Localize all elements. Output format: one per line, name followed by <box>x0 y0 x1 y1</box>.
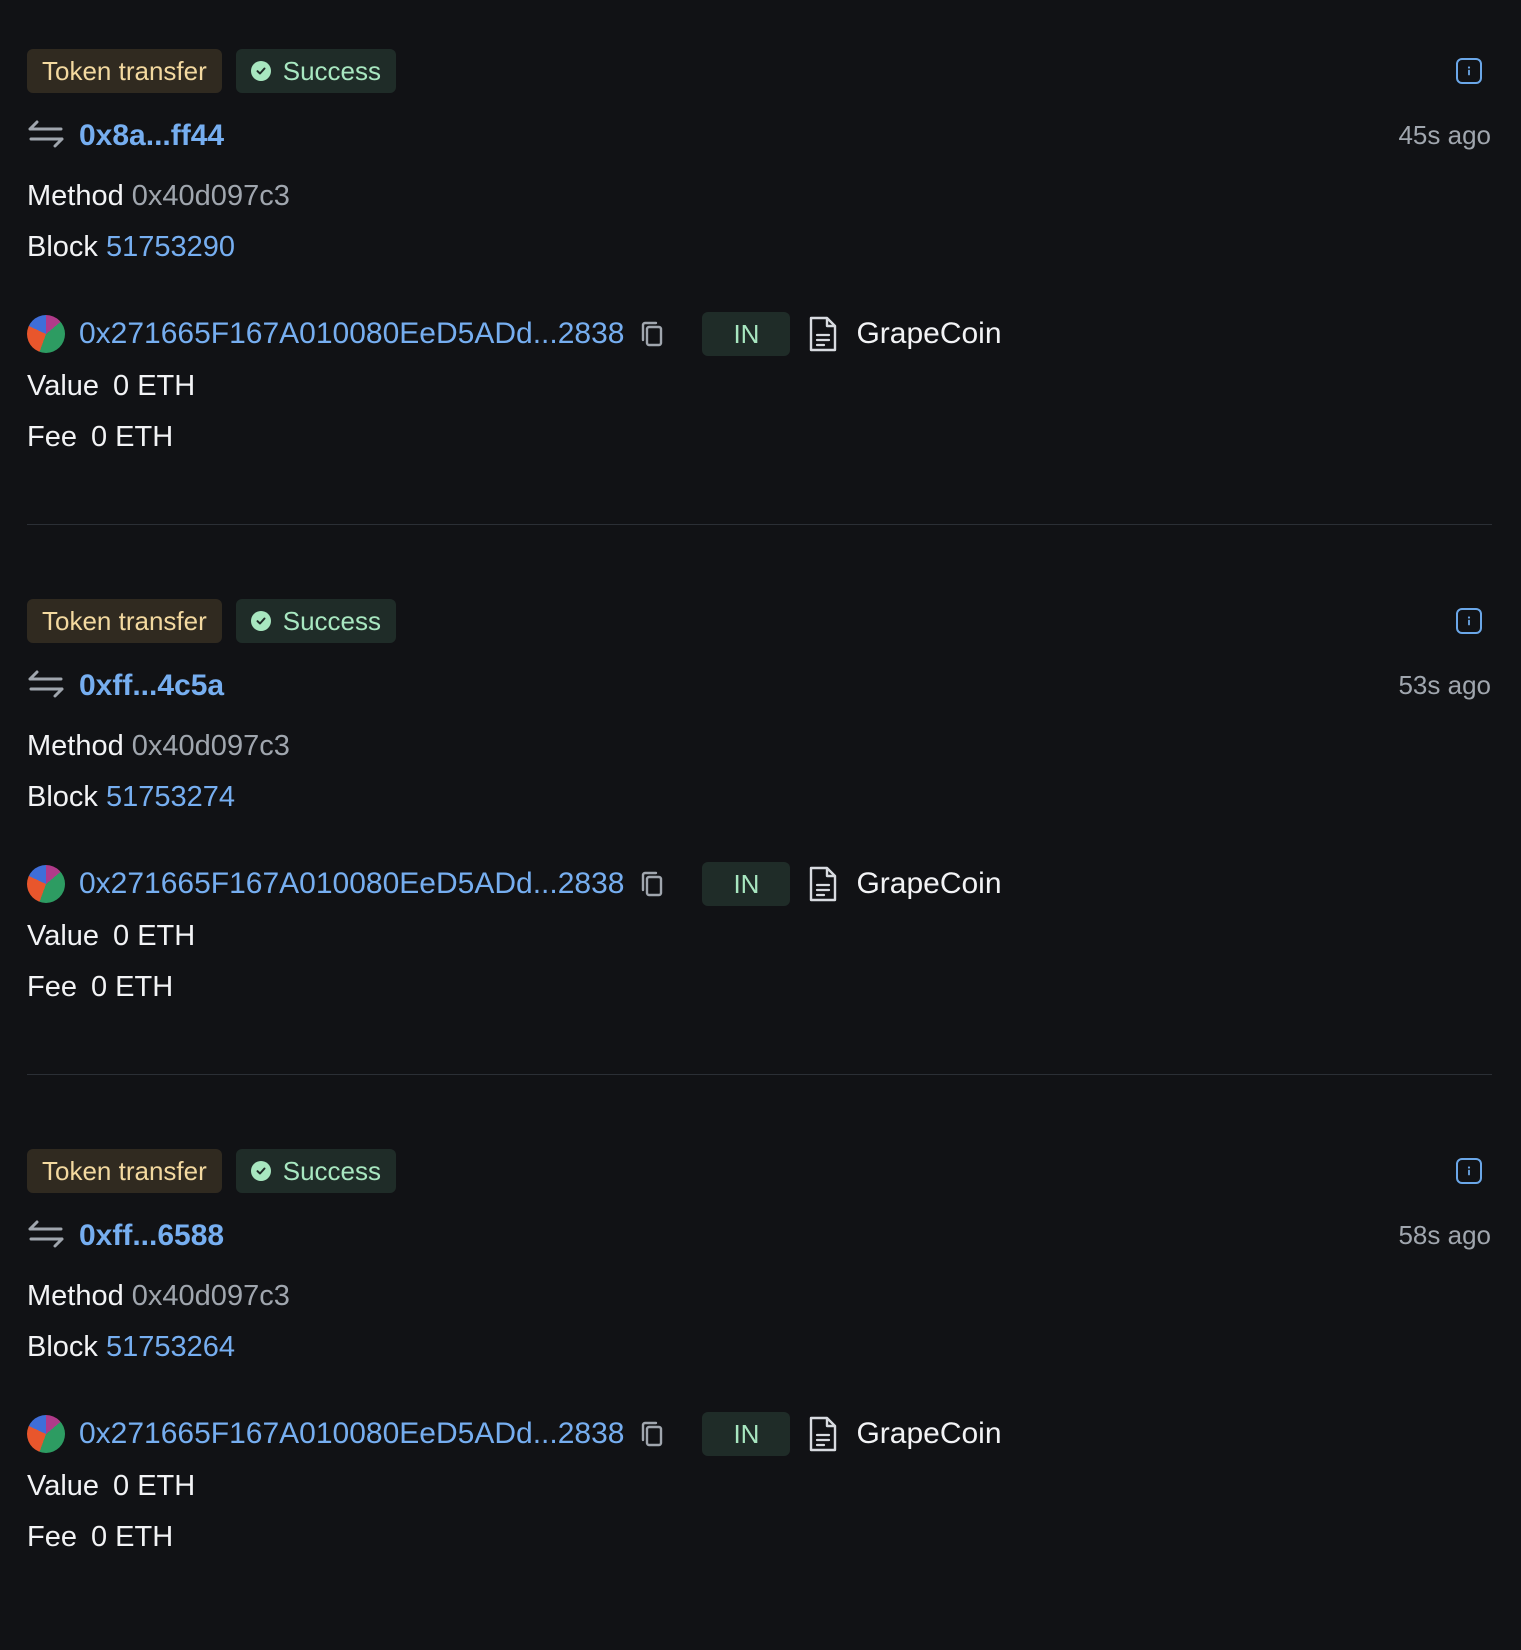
document-icon <box>808 865 838 903</box>
token-link[interactable]: GrapeCoin <box>856 867 1001 901</box>
fee-amount: 0 ETH <box>90 1521 174 1553</box>
method-label: Method <box>27 730 124 762</box>
tx-type-tag: Token transfer <box>27 599 222 643</box>
method-row: Method 0x40d097c3 <box>27 180 290 213</box>
tx-age: 45s ago <box>1398 120 1491 150</box>
check-circle-icon <box>250 1161 271 1181</box>
value-label: Value <box>27 370 100 402</box>
fee-amount: 0 ETH <box>90 421 174 453</box>
token-link[interactable]: GrapeCoin <box>856 1417 1001 1451</box>
method-value: 0x40d097c3 <box>131 730 290 762</box>
divider <box>27 1074 1492 1075</box>
token-link[interactable]: GrapeCoin <box>856 317 1001 351</box>
tag-group: Token transfer Success <box>27 49 397 93</box>
method-value: 0x40d097c3 <box>131 180 290 212</box>
value-row: Value 0 ETH <box>27 370 209 403</box>
tx-hash-row: 0x8a...ff44 <box>27 116 224 156</box>
tx-age: 58s ago <box>1398 1220 1491 1250</box>
transaction-item: Token transfer Success 0xff...6588 58s a… <box>0 1100 1521 1650</box>
divider <box>27 524 1492 525</box>
address-avatar <box>27 865 65 903</box>
info-icon[interactable] <box>1456 58 1482 84</box>
fee-label: Fee <box>27 421 77 453</box>
address-row: 0x271665F167A010080EeD5ADd...2838 IN Gra… <box>27 862 1002 906</box>
block-link[interactable]: 51753274 <box>106 781 235 813</box>
value-label: Value <box>27 920 100 952</box>
method-row: Method 0x40d097c3 <box>27 1280 290 1313</box>
address-avatar <box>27 1415 65 1453</box>
fee-amount: 0 ETH <box>90 971 174 1003</box>
fee-row: Fee 0 ETH <box>27 971 187 1004</box>
block-link[interactable]: 51753290 <box>106 231 235 263</box>
copy-icon[interactable] <box>638 319 666 349</box>
transfer-arrows-icon <box>27 119 65 154</box>
tx-age: 53s ago <box>1398 670 1491 700</box>
fee-row: Fee 0 ETH <box>27 1521 187 1554</box>
check-circle-icon <box>250 611 271 631</box>
address-avatar <box>27 315 65 353</box>
fee-row: Fee 0 ETH <box>27 421 187 454</box>
value-amount: 0 ETH <box>113 370 196 402</box>
fee-label: Fee <box>27 1521 77 1553</box>
status-label: Success <box>282 1156 382 1186</box>
value-amount: 0 ETH <box>113 1470 196 1502</box>
value-label: Value <box>27 1470 100 1502</box>
status-label: Success <box>282 606 382 636</box>
transfer-arrows-icon <box>27 1219 65 1254</box>
address-link[interactable]: 0x271665F167A010080EeD5ADd...2838 <box>79 1417 624 1451</box>
block-link[interactable]: 51753264 <box>106 1331 235 1363</box>
tx-hash-link[interactable]: 0xff...4c5a <box>79 669 224 703</box>
copy-icon[interactable] <box>638 869 666 899</box>
info-icon[interactable] <box>1456 1158 1482 1184</box>
method-label: Method <box>27 180 124 212</box>
block-label: Block <box>27 781 98 813</box>
tx-hash-row: 0xff...6588 <box>27 1216 224 1256</box>
status-tag: Success <box>235 599 397 643</box>
block-label: Block <box>27 1331 98 1363</box>
tx-hash-link[interactable]: 0x8a...ff44 <box>79 119 224 153</box>
address-link[interactable]: 0x271665F167A010080EeD5ADd...2838 <box>79 867 624 901</box>
block-label: Block <box>27 231 98 263</box>
info-icon[interactable] <box>1456 608 1482 634</box>
tx-hash-link[interactable]: 0xff...6588 <box>79 1219 224 1253</box>
transaction-item: Token transfer Success 0x8a...ff44 45s a… <box>0 0 1521 550</box>
method-row: Method 0x40d097c3 <box>27 730 290 763</box>
block-row: Block 51753274 <box>27 781 235 814</box>
direction-badge: IN <box>702 312 791 356</box>
value-amount: 0 ETH <box>113 920 196 952</box>
transaction-item: Token transfer Success 0xff...4c5a 53s a… <box>0 550 1521 1100</box>
address-link[interactable]: 0x271665F167A010080EeD5ADd...2838 <box>79 317 624 351</box>
tag-group: Token transfer Success <box>27 599 397 643</box>
block-row: Block 51753264 <box>27 1331 235 1364</box>
status-tag: Success <box>235 1149 397 1193</box>
value-row: Value 0 ETH <box>27 1470 209 1503</box>
address-row: 0x271665F167A010080EeD5ADd...2838 IN Gra… <box>27 312 1002 356</box>
document-icon <box>808 315 838 353</box>
block-row: Block 51753290 <box>27 231 235 264</box>
check-circle-icon <box>250 61 271 81</box>
tx-type-tag: Token transfer <box>27 49 222 93</box>
method-value: 0x40d097c3 <box>131 1280 290 1312</box>
tx-hash-row: 0xff...4c5a <box>27 666 224 706</box>
value-row: Value 0 ETH <box>27 920 209 953</box>
tag-group: Token transfer Success <box>27 1149 397 1193</box>
transaction-list: Token transfer Success 0x8a...ff44 45s a… <box>0 0 1521 1650</box>
direction-badge: IN <box>702 862 791 906</box>
method-label: Method <box>27 1280 124 1312</box>
status-label: Success <box>282 56 382 86</box>
transfer-arrows-icon <box>27 669 65 704</box>
status-tag: Success <box>235 49 397 93</box>
direction-badge: IN <box>702 1412 791 1456</box>
address-row: 0x271665F167A010080EeD5ADd...2838 IN Gra… <box>27 1412 1002 1456</box>
copy-icon[interactable] <box>638 1419 666 1449</box>
fee-label: Fee <box>27 971 77 1003</box>
tx-type-tag: Token transfer <box>27 1149 222 1193</box>
document-icon <box>808 1415 838 1453</box>
